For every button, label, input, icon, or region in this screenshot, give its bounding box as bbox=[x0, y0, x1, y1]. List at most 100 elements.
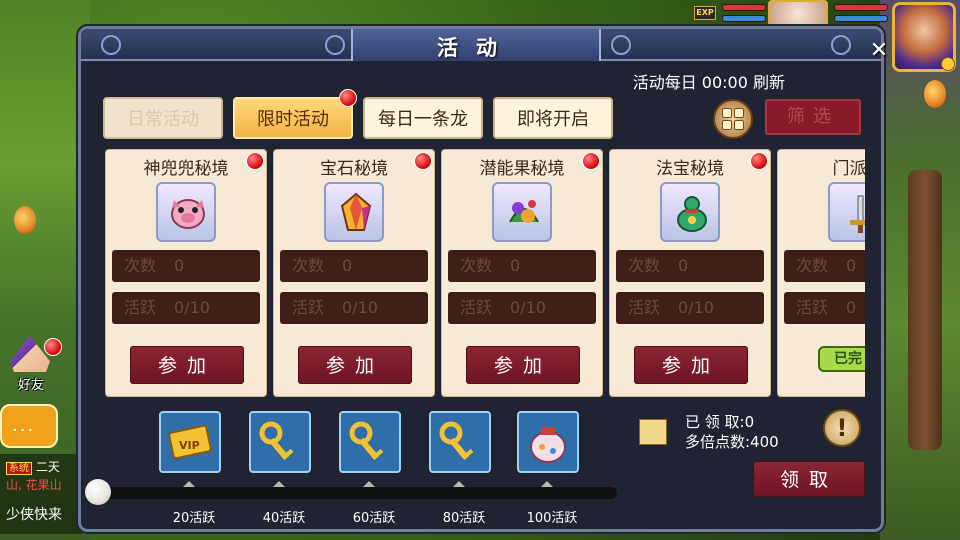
activity-card: 门派闯 次数0 活跃0 已完 bbox=[777, 149, 865, 397]
activity-stat: 活跃 0 bbox=[784, 292, 865, 324]
reward-label: 60活跃 bbox=[352, 511, 396, 526]
card-title: 门派闯 bbox=[832, 159, 866, 179]
vip-ticket-icon: VIP bbox=[168, 424, 212, 460]
reward-box[interactable] bbox=[249, 411, 311, 473]
chat-bubble-icon: ··· bbox=[12, 420, 36, 441]
track-tick bbox=[541, 481, 553, 487]
system-tag: 系统 bbox=[6, 462, 32, 475]
reward-label: 20活跃 bbox=[172, 511, 216, 526]
mana-bar bbox=[722, 15, 766, 22]
notification-dot bbox=[246, 152, 264, 170]
track-tick bbox=[273, 481, 285, 487]
count-stat: 次数 0 bbox=[448, 250, 596, 282]
sword-icon[interactable] bbox=[828, 182, 865, 242]
activity-stat: 活跃 0/10 bbox=[280, 292, 428, 324]
gold-key-icon bbox=[439, 421, 474, 461]
pet-avatar[interactable] bbox=[768, 0, 828, 28]
reward-box[interactable] bbox=[429, 411, 491, 473]
svg-text:VIP: VIP bbox=[179, 439, 200, 452]
filter-button[interactable]: 筛选 bbox=[765, 99, 861, 135]
grid-menu-button[interactable] bbox=[713, 99, 753, 139]
tab-daily-dragon[interactable]: 每日一条龙 bbox=[363, 97, 483, 139]
join-button[interactable]: 参加 bbox=[298, 346, 412, 384]
multiplier-points: 多倍点数:400 bbox=[685, 433, 779, 451]
gift-bag-icon bbox=[530, 427, 566, 463]
title-plate: 活动 bbox=[351, 29, 601, 61]
friend-avatar-icon bbox=[10, 336, 50, 372]
notification-dot bbox=[44, 338, 62, 356]
reward-label: 100活跃 bbox=[526, 511, 578, 526]
info-button[interactable]: ! bbox=[823, 409, 861, 447]
notification-dot bbox=[414, 152, 432, 170]
reward-box[interactable] bbox=[339, 411, 401, 473]
count-stat: 次数 0 bbox=[280, 250, 428, 282]
swirl-ornament-icon bbox=[101, 35, 121, 55]
join-button[interactable]: 参加 bbox=[634, 346, 748, 384]
gold-key-icon bbox=[349, 421, 384, 461]
chat-line: 系统 二天 bbox=[6, 458, 60, 475]
gold-key-icon bbox=[259, 421, 294, 461]
exp-tag: EXP bbox=[694, 6, 716, 20]
count-stat: 次数 0 bbox=[112, 250, 260, 282]
card-title: 法宝秘境 bbox=[656, 159, 724, 179]
dialog-title: 活动 bbox=[437, 36, 515, 60]
reward-box[interactable]: VIP bbox=[159, 411, 221, 473]
title-bar: 活动 bbox=[81, 29, 881, 61]
chat-text: 二天 bbox=[35, 460, 60, 474]
activity-card: 法宝秘境 次数 0 活跃 0/10 参加 bbox=[609, 149, 771, 397]
lantern-icon bbox=[924, 80, 946, 108]
claimed-count: 已 领 取:0 bbox=[685, 413, 755, 431]
chat-line: 山, 花果山 bbox=[6, 478, 62, 492]
count-stat: 次数 0 bbox=[784, 250, 865, 282]
notification-dot bbox=[750, 152, 768, 170]
activity-stat: 活跃 0/10 bbox=[616, 292, 764, 324]
chat-button[interactable]: ··· bbox=[0, 404, 58, 448]
gem-crystal-icon[interactable] bbox=[324, 182, 384, 242]
tab-coming-soon[interactable]: 即将开启 bbox=[493, 97, 613, 139]
activity-card: 宝石秘境 次数 0 活跃 0/10 参加 bbox=[273, 149, 435, 397]
completed-badge: 已完 bbox=[818, 346, 865, 372]
activity-stat: 活跃 0/10 bbox=[448, 292, 596, 324]
progress-knob bbox=[85, 479, 111, 505]
triple-exp-icon bbox=[639, 419, 667, 445]
fruit-branch-icon[interactable] bbox=[492, 182, 552, 242]
pet-mana-bar bbox=[834, 15, 888, 22]
card-title: 神兜兜秘境 bbox=[143, 159, 229, 179]
swirl-ornament-icon bbox=[611, 35, 631, 55]
activity-cards[interactable]: 神兜兜秘境 次数 0 活跃 0/10 参加 宝石秘境 次数 0 活跃 0/10 参加 潜… bbox=[105, 149, 865, 399]
activity-dialog: 活动 ✕ 活动每日 00:00 刷新 日常活动 限时活动 每日一条龙 即将开启 … bbox=[78, 26, 888, 532]
join-button[interactable]: 参加 bbox=[130, 346, 244, 384]
claim-button[interactable]: 领取 bbox=[753, 461, 865, 497]
refresh-info: 活动每日 00:00 刷新 bbox=[632, 73, 785, 92]
lantern-icon bbox=[14, 206, 36, 234]
chat-line: 少侠快来 bbox=[6, 507, 62, 523]
close-button[interactable]: ✕ bbox=[867, 39, 891, 63]
health-bar bbox=[722, 4, 766, 11]
activity-stat: 活跃 0/10 bbox=[112, 292, 260, 324]
activity-progress-track bbox=[97, 487, 617, 499]
count-stat: 次数 0 bbox=[616, 250, 764, 282]
reward-label: 80活跃 bbox=[442, 511, 486, 526]
track-tick bbox=[183, 481, 195, 487]
coin-icon bbox=[941, 57, 955, 71]
player-avatar[interactable] bbox=[892, 2, 956, 72]
reward-box[interactable] bbox=[517, 411, 579, 473]
track-tick bbox=[363, 481, 375, 487]
card-title: 宝石秘境 bbox=[320, 159, 388, 179]
tab-daily-activity[interactable]: 日常活动 bbox=[103, 97, 223, 139]
friend-button[interactable]: 好友 bbox=[6, 336, 62, 393]
friend-label: 好友 bbox=[17, 378, 44, 393]
tab-limited-activity[interactable]: 限时活动 bbox=[233, 97, 353, 139]
notification-dot bbox=[339, 89, 357, 107]
reward-label: 40活跃 bbox=[262, 511, 306, 526]
card-title: 潜能果秘境 bbox=[479, 159, 565, 179]
swirl-ornament-icon bbox=[325, 35, 345, 55]
activity-card: 潜能果秘境 次数 0 活跃 0/10 参加 bbox=[441, 149, 603, 397]
join-button[interactable]: 参加 bbox=[466, 346, 580, 384]
tree-trunk bbox=[908, 170, 942, 450]
chat-panel[interactable]: 系统 二天 山, 花果山 少侠快来 bbox=[0, 454, 82, 534]
pig-head-icon[interactable] bbox=[156, 182, 216, 242]
treasure-gourd-icon[interactable] bbox=[660, 182, 720, 242]
swirl-ornament-icon bbox=[831, 35, 851, 55]
pet-health-bar bbox=[834, 4, 888, 11]
